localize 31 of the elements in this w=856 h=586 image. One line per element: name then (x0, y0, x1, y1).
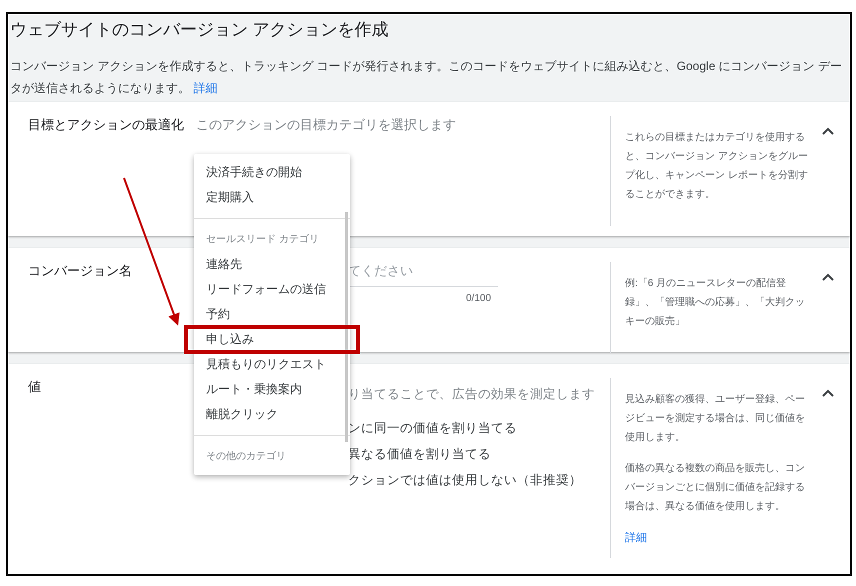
category-select[interactable]: このアクションの目標カテゴリを選択します (196, 116, 610, 134)
section-label: 値 (28, 378, 42, 396)
help-text: 例:「6 月のニュースレターの配信登録」、「管理職への応募」、「大判クッキーの販売」 (625, 276, 806, 329)
value-description: り当てることで、広告の効果を測定します (348, 386, 596, 403)
menu-item[interactable]: 見積もりのリクエスト (194, 352, 350, 377)
character-counter: 0/100 (466, 293, 492, 304)
chevron-up-icon[interactable] (822, 127, 834, 135)
page-description: コンバージョン アクションを作成すると、トラッキング コードが発行されます。このコードをウェブサイトに組み込むと、Google にコンバージョン データが送信されるようになります。 詳細 (10, 58, 844, 97)
chevron-up-icon[interactable] (822, 389, 834, 397)
help-text: 価格の異なる複数の商品を販売し、コンバージョンごとに個別に価値を記録する場合は、異なる価値を使用します。 (625, 462, 806, 514)
details-link[interactable]: 詳細 (193, 81, 218, 95)
menu-item[interactable]: 定期購入 (194, 185, 350, 210)
page-title: ウェブサイトのコンバージョン アクションを作成 (10, 19, 390, 41)
help-text: 見込み顧客の獲得、ユーザー登録、ページビューを測定する場合は、同じ価値を使用します。 (625, 392, 806, 445)
section-label: コンバージョン名 (28, 262, 133, 280)
help-text: これらの目標またはカテゴリを使用すると、コンバージョン アクションをグループ化し、キャンペーン レポートを分割することができます。 (625, 130, 809, 202)
menu-group-header: その他のカテゴリ (205, 450, 287, 464)
menu-item[interactable]: 申し込み (186, 327, 358, 352)
section-label: 目標とアクションの最適化 (28, 116, 185, 134)
scrollbar[interactable] (345, 212, 348, 442)
menu-item[interactable]: 決済手続きの開始 (194, 160, 350, 185)
chevron-up-icon[interactable] (822, 273, 834, 281)
details-link[interactable]: 詳細 (625, 532, 647, 544)
menu-item[interactable]: 予約 (194, 302, 350, 327)
menu-item[interactable]: 離脱クリック (194, 402, 350, 427)
value-option[interactable]: クションでは値は使用しない（非推奨） (348, 467, 610, 493)
menu-item[interactable]: 連絡先 (194, 252, 350, 277)
menu-item[interactable]: リードフォームの送信 (194, 277, 350, 302)
menu-group-header: セールスリード カテゴリ (205, 233, 320, 247)
menu-item[interactable]: ルート・乗換案内 (194, 377, 350, 402)
value-option[interactable]: ンに同一の価値を割り当てる (348, 415, 610, 441)
